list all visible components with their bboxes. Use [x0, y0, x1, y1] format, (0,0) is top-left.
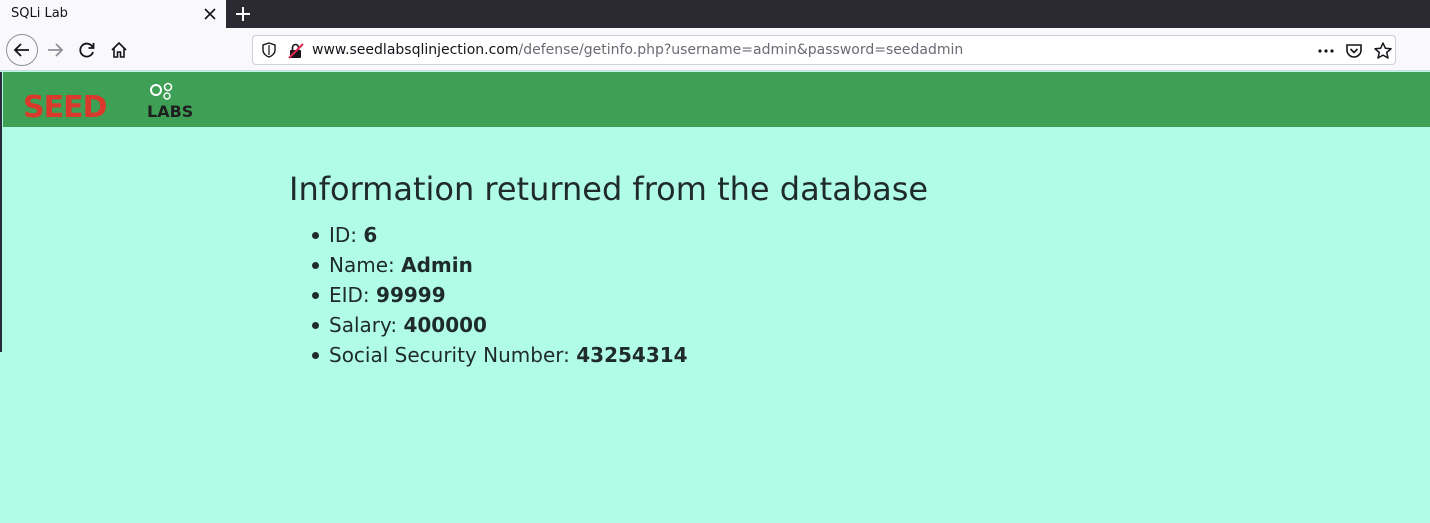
info-salary: Salary: 400000: [309, 310, 928, 340]
info-label: Social Security Number:: [329, 343, 577, 367]
info-value: 6: [363, 223, 378, 247]
more-icon[interactable]: [1317, 42, 1335, 60]
shield-icon[interactable]: [261, 42, 277, 58]
star-icon[interactable]: [1373, 41, 1393, 61]
info-ssn: Social Security Number: 43254314: [309, 340, 928, 370]
info-list: ID: 6 Name: Admin EID: 99999 Salary: 400…: [289, 220, 928, 370]
page-title: Information returned from the database: [289, 170, 929, 208]
insecure-lock-icon[interactable]: [287, 42, 305, 60]
pocket-icon[interactable]: [1345, 42, 1363, 60]
info-label: EID:: [329, 283, 377, 307]
logo-labs-text: LABS: [147, 102, 193, 120]
reload-icon[interactable]: [71, 34, 103, 66]
home-icon[interactable]: [103, 34, 135, 66]
tab-title: SQLi Lab: [11, 6, 68, 21]
forward-arrow-icon[interactable]: [39, 34, 71, 66]
info-value: 43254314: [576, 343, 688, 367]
url-host: www.seedlabsqlinjection.com: [312, 42, 519, 58]
info-label: Name:: [329, 253, 402, 277]
close-icon[interactable]: [202, 6, 218, 22]
tab-strip: SQLi Lab: [0, 0, 1430, 28]
info-name: Name: Admin: [309, 250, 928, 280]
info-label: ID:: [329, 223, 364, 247]
seed-labs-logo[interactable]: SEED LABS: [23, 80, 223, 125]
info-eid: EID: 99999: [309, 280, 928, 310]
back-arrow-icon[interactable]: [6, 34, 38, 66]
logo-seed-text: SEED: [23, 90, 107, 120]
info-value: 99999: [376, 283, 446, 307]
site-header: SEED LABS: [3, 72, 1430, 127]
window-edge: [0, 72, 2, 352]
info-id: ID: 6: [309, 220, 928, 250]
url-bar[interactable]: www.seedlabsqlinjection.com/defense/geti…: [252, 35, 1396, 65]
main-content: Information returned from the database I…: [289, 170, 928, 370]
url-text[interactable]: www.seedlabsqlinjection.com/defense/geti…: [312, 42, 963, 58]
tab-sqli-lab[interactable]: SQLi Lab: [0, 0, 226, 28]
url-path: /defense/getinfo.php?username=admin&pass…: [518, 42, 964, 58]
info-value: 400000: [403, 313, 487, 337]
navigation-bar: www.seedlabsqlinjection.com/defense/geti…: [0, 28, 1430, 71]
plus-icon[interactable]: [233, 4, 253, 24]
info-label: Salary:: [329, 313, 404, 337]
info-value: Admin: [401, 253, 473, 277]
